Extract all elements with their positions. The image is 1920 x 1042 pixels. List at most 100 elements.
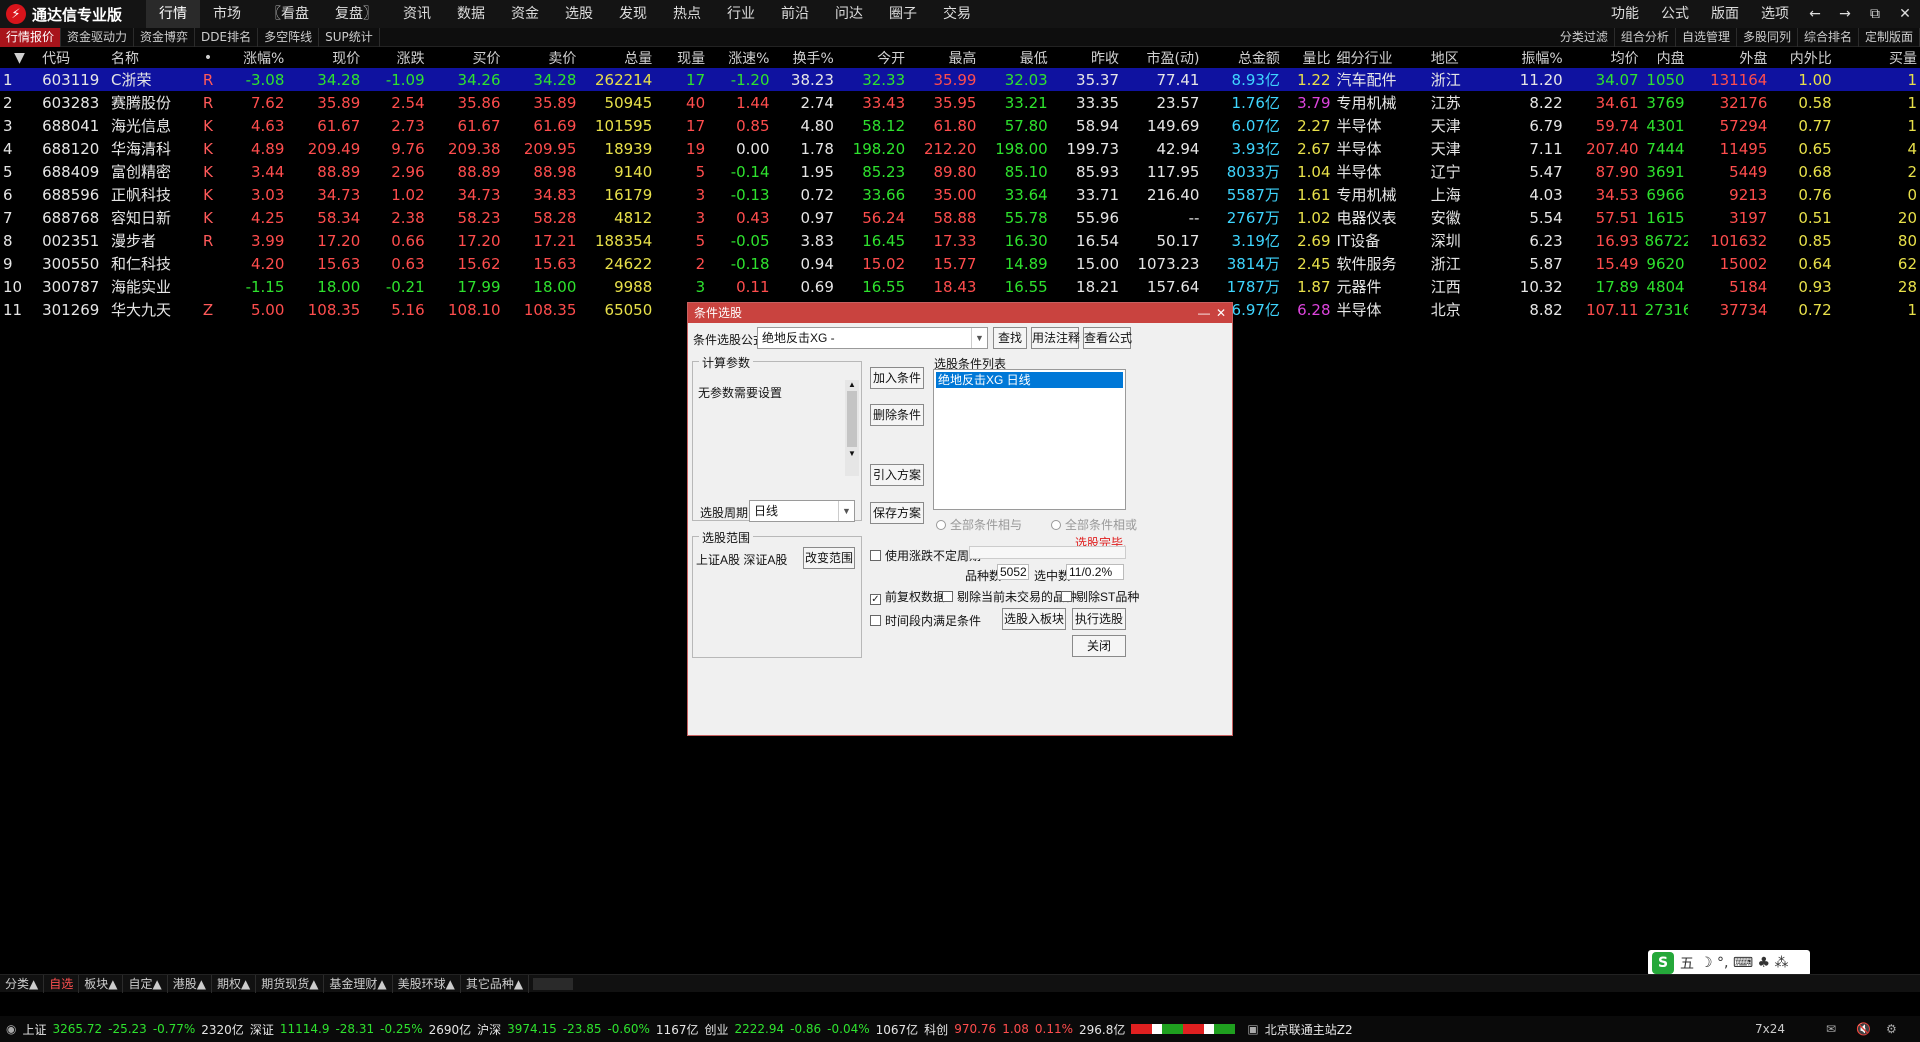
menu-item-7[interactable]: 选股 [552, 0, 606, 28]
condition-list-item[interactable]: 绝地反击XG 日线 [936, 372, 1123, 388]
subtab-5[interactable]: SUP统计 [319, 27, 380, 47]
column-header[interactable]: 地区 [1428, 47, 1485, 68]
column-header[interactable]: 总金额 [1202, 47, 1282, 68]
table-row[interactable]: 6 688596 正帆科技 K 3.03 34.73 1.02 34.73 34.83 16179… [0, 183, 1920, 206]
column-header[interactable]: 最低 [979, 47, 1050, 68]
bottom-tab-8[interactable]: 美股环球▲ [393, 974, 461, 993]
ime-toolbar[interactable]: S 五 ☽ °, ⌨ ♣ ⁂ [1648, 950, 1810, 976]
column-header[interactable]: 内外比 [1770, 47, 1834, 68]
dialog-title-bar[interactable]: 条件选股 — ✕ [688, 303, 1232, 323]
ime-tools-icon[interactable]: ☽ °, ⌨ ♣ ⁂ [1700, 955, 1789, 971]
restore-icon[interactable]: ⧉ [1860, 6, 1890, 22]
horizontal-scrollbar[interactable] [533, 977, 574, 990]
column-header[interactable]: 涨跌 [363, 47, 427, 68]
chk-range-period[interactable]: 使用涨跌不定周期 [870, 547, 981, 564]
column-header[interactable]: • [195, 47, 220, 68]
bottom-tab-6[interactable]: 期货现货▲ [256, 974, 325, 993]
column-header[interactable]: 名称 [108, 47, 195, 68]
column-header[interactable]: 最高 [908, 47, 979, 68]
column-header[interactable]: 市盈(动) [1122, 47, 1202, 68]
column-header[interactable]: 振幅% [1485, 47, 1565, 68]
subtab-right-5[interactable]: 定制版面 [1859, 28, 1920, 47]
settings-icon[interactable]: ⚙ [1886, 1022, 1897, 1036]
column-header[interactable]: 内盘 [1642, 47, 1688, 68]
subtab-right-3[interactable]: 多股同列 [1737, 28, 1798, 47]
import-plan-button[interactable]: 引入方案 [870, 464, 924, 486]
chk-exclude-untraded[interactable]: 剔除当前未交易的品种 [942, 588, 1077, 605]
column-header[interactable]: 涨幅% [221, 47, 288, 68]
dialog-close-icon[interactable]: ✕ [1216, 303, 1226, 323]
chevron-down-icon[interactable]: ▼ [971, 328, 987, 348]
table-row[interactable]: 7 688768 容知日新 K 4.25 58.34 2.38 58.23 58.28 4812 3… [0, 206, 1920, 229]
condition-list[interactable]: 绝地反击XG 日线 [933, 369, 1126, 510]
add-condition-button[interactable]: 加入条件 [870, 367, 924, 389]
clock-247[interactable]: 7x24 [1755, 1022, 1785, 1036]
to-block-button[interactable]: 选股入板块 [1002, 608, 1066, 630]
column-header[interactable]: 代码 [39, 47, 108, 68]
subtab-1[interactable]: 资金驱动力 [61, 27, 135, 47]
column-header[interactable]: 现价 [287, 47, 363, 68]
menu-item-4[interactable]: 资讯 [390, 0, 444, 28]
bottom-tab-2[interactable]: 板块▲ [79, 974, 124, 993]
subtab-right-4[interactable]: 综合排名 [1798, 28, 1859, 47]
back-icon[interactable]: ← [1800, 6, 1830, 22]
column-header[interactable]: 昨收 [1051, 47, 1122, 68]
bottom-tab-0[interactable]: 分类▲ [0, 974, 45, 993]
column-header[interactable]: 买价 [428, 47, 504, 68]
chk-adjust[interactable]: ✓ 前复权数据 [870, 588, 945, 605]
formula-select[interactable]: 绝地反击XG - ▼ [757, 327, 988, 349]
menu-right-item-3[interactable]: 选项 [1750, 0, 1800, 28]
subtab-4[interactable]: 多空阵线 [258, 27, 320, 47]
mute-icon[interactable]: 🔇 [1856, 1022, 1871, 1036]
bottom-tab-4[interactable]: 港股▲ [168, 974, 212, 993]
column-header[interactable]: 总量 [579, 47, 655, 68]
subtab-right-1[interactable]: 组合分析 [1615, 28, 1676, 47]
menu-right-item-0[interactable]: 功能 [1600, 0, 1650, 28]
sort-chevron-icon[interactable]: ▼ [0, 47, 39, 68]
subtab-0[interactable]: 行情报价 [0, 27, 62, 47]
table-row[interactable]: 8 002351 漫步者 R 3.99 17.20 0.66 17.20 17.21 188354… [0, 229, 1920, 252]
run-selection-button[interactable]: 执行选股 [1072, 608, 1126, 630]
period-select[interactable]: 日线 ▼ [749, 500, 855, 522]
menu-right-item-2[interactable]: 版面 [1700, 0, 1750, 28]
chk-time-range[interactable]: 时间段内满足条件 [870, 612, 981, 629]
radio-all-and[interactable]: 全部条件相与 [936, 516, 1022, 533]
forward-icon[interactable]: → [1830, 6, 1860, 22]
menu-item-10[interactable]: 行业 [714, 0, 768, 28]
column-header[interactable]: 涨速% [708, 47, 772, 68]
ime-mode[interactable]: 五 [1680, 953, 1694, 973]
column-header[interactable]: 外盘 [1688, 47, 1771, 68]
column-header[interactable]: 现量 [655, 47, 708, 68]
column-header[interactable]: 买量 [1835, 47, 1920, 68]
menu-right-item-1[interactable]: 公式 [1650, 0, 1700, 28]
menu-item-2[interactable]: 〖看盘 [254, 0, 322, 28]
chk-exclude-st[interactable]: 剔除ST品种 [1061, 588, 1139, 605]
table-row[interactable]: 5 688409 富创精密 K 3.44 88.89 2.96 88.89 88.98 9140 5… [0, 160, 1920, 183]
table-row[interactable]: 9 300550 和仁科技 4.20 15.63 0.63 15.62 15.63 24622 2… [0, 252, 1920, 275]
menu-item-0[interactable]: 行情 [146, 0, 200, 28]
delete-condition-button[interactable]: 删除条件 [870, 404, 924, 426]
view-formula-button[interactable]: 查看公式 [1083, 327, 1132, 349]
chevron-down-icon[interactable]: ▼ [838, 501, 854, 521]
menu-item-9[interactable]: 热点 [660, 0, 714, 28]
message-icon[interactable]: ✉ [1826, 1022, 1836, 1036]
column-header[interactable]: 量比 [1283, 47, 1334, 68]
subtab-3[interactable]: DDE排名 [195, 27, 259, 47]
bottom-tab-9[interactable]: 其它品种▲ [461, 974, 530, 993]
menu-item-14[interactable]: 交易 [930, 0, 984, 28]
change-scope-button[interactable]: 改变范围 [803, 547, 855, 569]
menu-item-11[interactable]: 前沿 [768, 0, 822, 28]
bottom-tab-1[interactable]: 自选 [44, 974, 80, 993]
table-row[interactable]: 4 688120 华海清科 K 4.89 209.49 9.76 209.38 209.95 18… [0, 137, 1920, 160]
bottom-tab-3[interactable]: 自定▲ [123, 974, 168, 993]
table-row[interactable]: 1 603119 C浙荣 R -3.08 34.28 -1.09 34.26 34.28 2622… [0, 68, 1920, 91]
column-header[interactable]: 今开 [837, 47, 908, 68]
usage-notes-button[interactable]: 用法注释 [1031, 327, 1080, 349]
column-header[interactable]: 细分行业 [1334, 47, 1428, 68]
table-row[interactable]: 2 603283 赛腾股份 R 7.62 35.89 2.54 35.86 35.89 50945… [0, 91, 1920, 114]
table-row[interactable]: 10 300787 海能实业 -1.15 18.00 -0.21 17.99 18.00 998… [0, 275, 1920, 298]
bottom-tab-7[interactable]: 基金理财▲ [324, 974, 393, 993]
menu-item-8[interactable]: 发现 [606, 0, 660, 28]
subtab-right-0[interactable]: 分类过滤 [1554, 28, 1615, 47]
close-icon[interactable]: ✕ [1890, 6, 1920, 22]
